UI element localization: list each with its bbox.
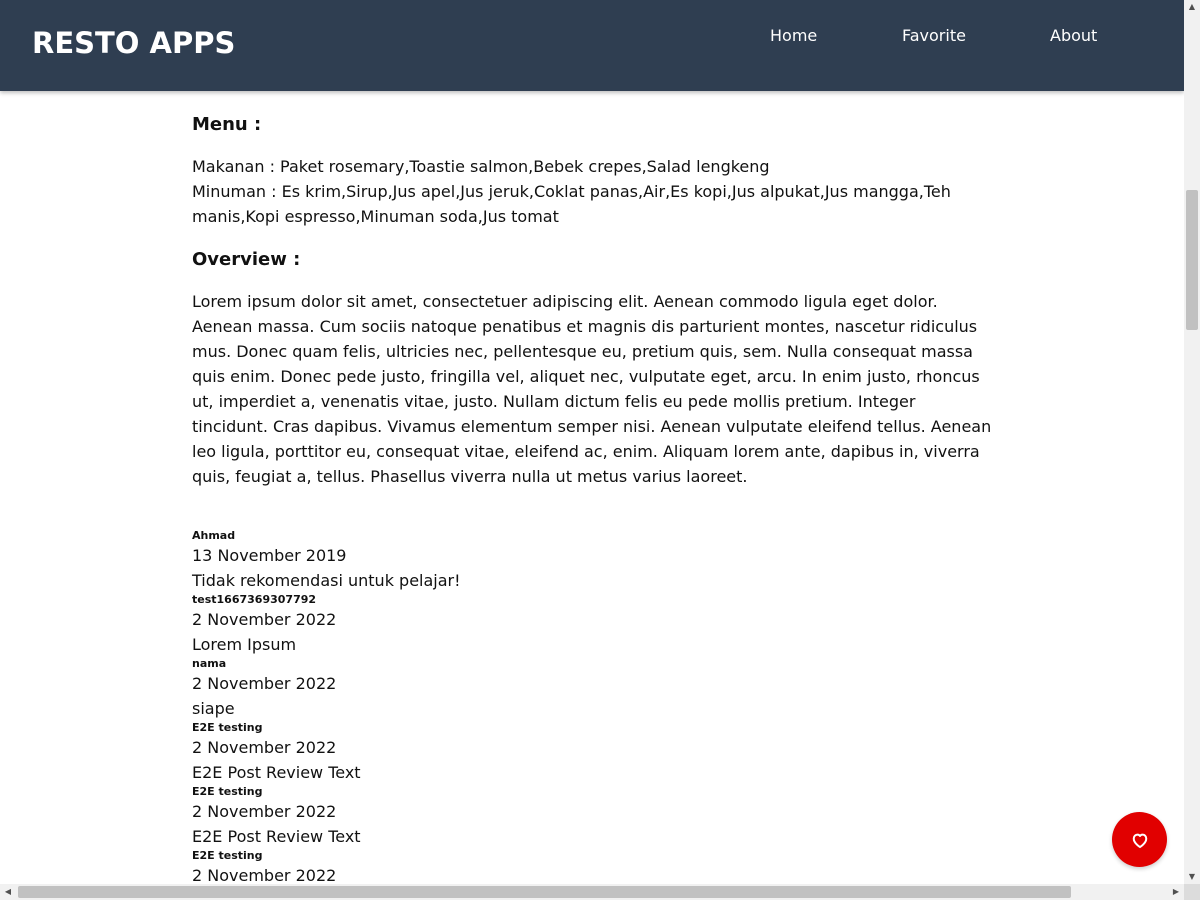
review-item: nama 2 November 2022 siape — [192, 657, 992, 721]
nav-about-link[interactable]: About — [1050, 26, 1097, 45]
horizontal-scroll-thumb[interactable] — [18, 886, 1071, 898]
review-text: E2E Post Review Text — [192, 827, 361, 846]
review-text: E2E Post Review Text — [192, 763, 361, 782]
scrollbar-corner — [1184, 884, 1200, 900]
scroll-up-icon[interactable]: ▲ — [1184, 0, 1200, 14]
restaurant-detail: Menu : Makanan : Paket rosemary,Toastie … — [192, 110, 992, 888]
nav-favorite-link[interactable]: Favorite — [902, 26, 966, 45]
review-item: E2E testing 2 November 2022 — [192, 849, 992, 888]
scroll-down-icon[interactable]: ▼ — [1184, 870, 1200, 884]
scroll-right-icon[interactable]: ▶ — [1168, 884, 1184, 900]
reviewer-name: test1667369307792 — [192, 593, 317, 606]
review-date: 2 November 2022 — [192, 738, 337, 757]
review-item: test1667369307792 2 November 2022 Lorem … — [192, 593, 992, 657]
reviewer-name: E2E testing — [192, 849, 263, 862]
review-text: Lorem Ipsum — [192, 635, 297, 654]
scroll-left-icon[interactable]: ◀ — [0, 884, 16, 900]
overview-heading: Overview : — [192, 249, 301, 270]
heart-outline-icon — [1132, 833, 1147, 848]
overview-text: Lorem ipsum dolor sit amet, consectetuer… — [192, 292, 992, 486]
vertical-scroll-thumb[interactable] — [1186, 190, 1198, 330]
foods-line: Makanan : Paket rosemary,Toastie salmon,… — [192, 157, 770, 176]
review-date: 2 November 2022 — [192, 802, 337, 821]
menu-heading: Menu : — [192, 114, 262, 135]
review-item: E2E testing 2 November 2022 E2E Post Rev… — [192, 785, 992, 849]
review-date: 2 November 2022 — [192, 610, 337, 629]
horizontal-scrollbar[interactable]: ◀ ▶ — [0, 884, 1184, 900]
reviewer-name: Ahmad — [192, 529, 236, 542]
main-nav: Home Favorite About — [0, 26, 1184, 50]
review-date: 2 November 2022 — [192, 674, 337, 693]
favorite-button[interactable] — [1112, 812, 1167, 867]
nav-home-link[interactable]: Home — [770, 26, 817, 45]
review-text: siape — [192, 699, 235, 718]
app-header: RESTO APPS Home Favorite About — [0, 0, 1184, 91]
review-item: Ahmad 13 November 2019 Tidak rekomendasi… — [192, 529, 992, 593]
menu-list: Makanan : Paket rosemary,Toastie salmon,… — [192, 154, 992, 229]
review-text: Tidak rekomendasi untuk pelajar! — [192, 571, 461, 590]
drinks-line: Minuman : Es krim,Sirup,Jus apel,Jus jer… — [192, 182, 951, 226]
reviewer-name: E2E testing — [192, 721, 263, 734]
reviewer-name: nama — [192, 657, 227, 670]
review-item: E2E testing 2 November 2022 E2E Post Rev… — [192, 721, 992, 785]
review-list: Ahmad 13 November 2019 Tidak rekomendasi… — [192, 529, 992, 888]
reviewer-name: E2E testing — [192, 785, 263, 798]
review-date: 13 November 2019 — [192, 546, 347, 565]
vertical-scrollbar[interactable]: ▲ ▼ — [1184, 0, 1200, 884]
